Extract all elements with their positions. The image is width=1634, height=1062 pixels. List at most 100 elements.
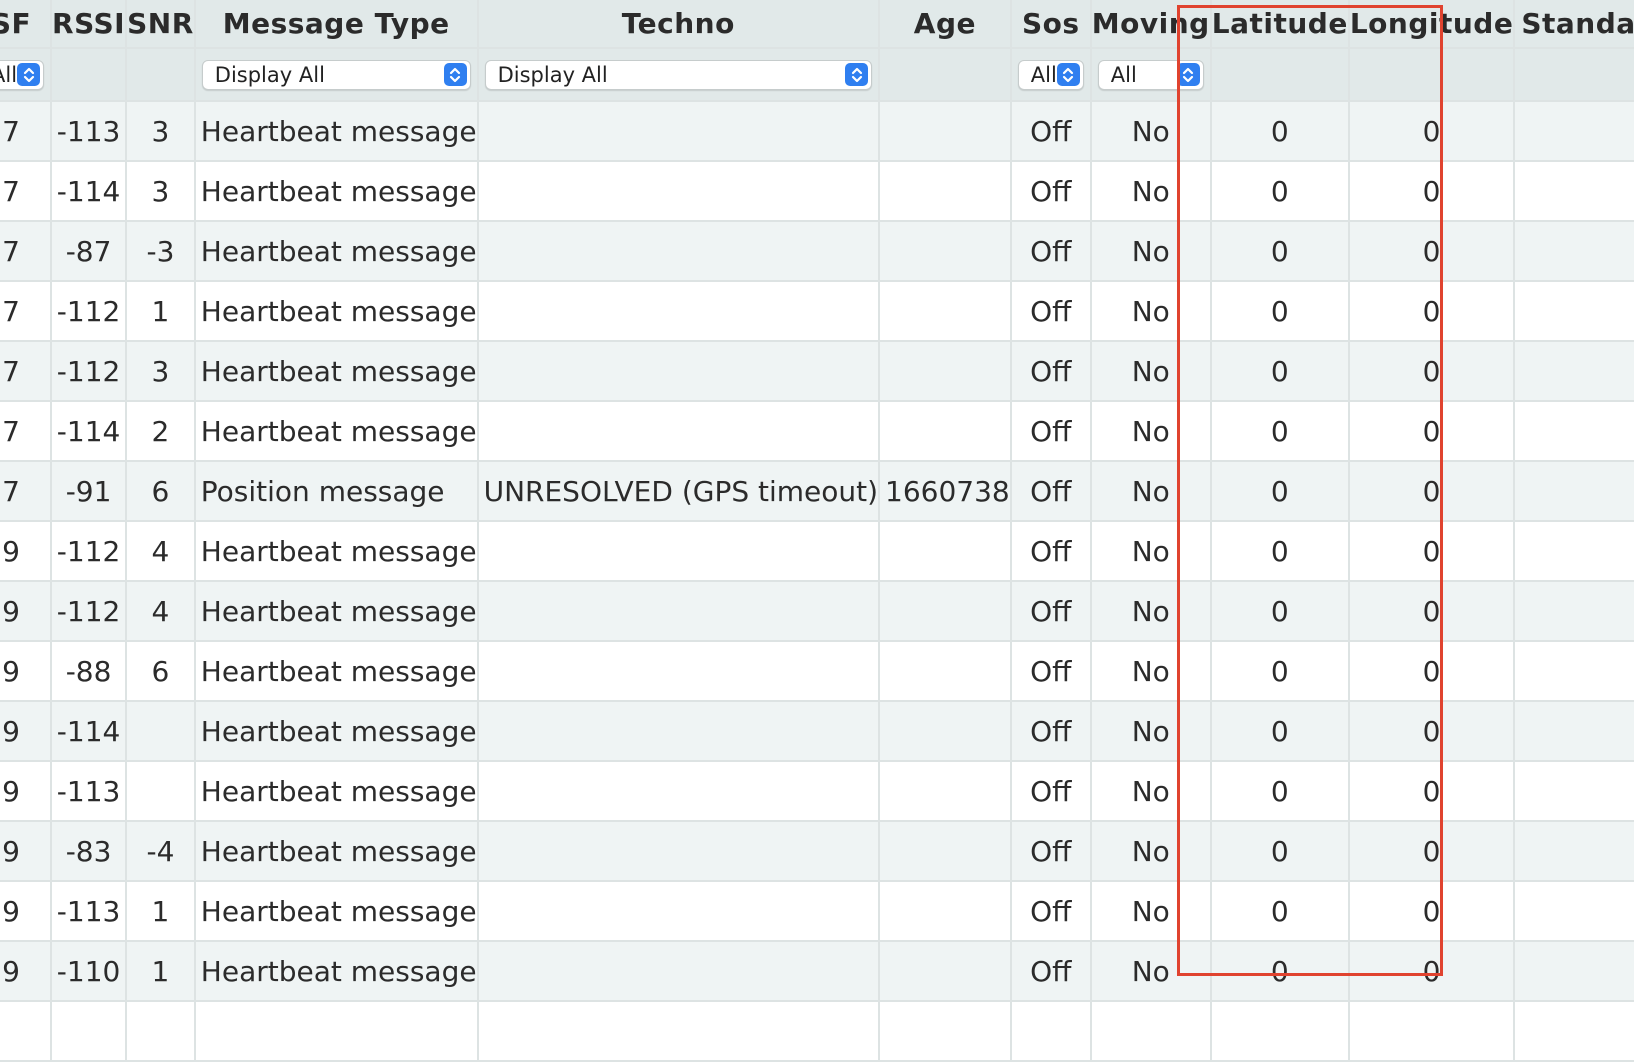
cell-age bbox=[879, 761, 1012, 822]
cell-standard bbox=[1514, 161, 1634, 222]
cell-moving: No bbox=[1090, 341, 1212, 402]
filter-cell-moving: All bbox=[1090, 48, 1212, 102]
cell-moving: No bbox=[1090, 101, 1212, 162]
cell-snr: 1 bbox=[126, 281, 196, 342]
cell-latitude: 0 bbox=[1210, 101, 1350, 162]
techno-filter-select[interactable]: Display All bbox=[484, 59, 873, 90]
cell-standard bbox=[1514, 101, 1634, 162]
cell-sos: Off bbox=[1010, 401, 1092, 462]
cell-sos: Off bbox=[1010, 101, 1092, 162]
cell-sos: Off bbox=[1010, 761, 1092, 822]
cell-age: 1660738 bbox=[879, 461, 1012, 522]
cell-sf: 9 bbox=[0, 701, 53, 762]
column-header-moving[interactable]: Moving bbox=[1090, 0, 1212, 49]
column-header-message-type[interactable]: Message Type bbox=[194, 0, 479, 49]
cell-rssi: -113 bbox=[51, 761, 128, 822]
column-header-sos[interactable]: Sos bbox=[1010, 0, 1092, 49]
cell-standard bbox=[1514, 461, 1634, 522]
cell-message-type: Heartbeat message bbox=[194, 101, 479, 162]
cell-longitude: 0 bbox=[1348, 221, 1516, 282]
table-row[interactable]: 9 -88 6 Heartbeat message Off No 0 0 bbox=[0, 641, 1634, 702]
filter-cell-rssi bbox=[51, 48, 128, 102]
table-row[interactable]: 9 -112 4 Heartbeat message Off No 0 0 bbox=[0, 521, 1634, 582]
table-row[interactable]: 9 -114 Heartbeat message Off No 0 0 bbox=[0, 701, 1634, 762]
column-header-longitude[interactable]: Longitude bbox=[1348, 0, 1516, 49]
moving-filter-select[interactable]: All bbox=[1097, 59, 1204, 90]
cell-standard bbox=[1514, 701, 1634, 762]
sf-filter-select[interactable]: All bbox=[0, 59, 45, 90]
cell-techno: UNRESOLVED (GPS timeout) bbox=[477, 461, 881, 522]
table-row[interactable]: 9 -110 1 Heartbeat message Off No 0 0 bbox=[0, 941, 1634, 1002]
cell-sos: Off bbox=[1010, 281, 1092, 342]
table-row[interactable]: 9 -113 Heartbeat message Off No 0 0 bbox=[0, 761, 1634, 822]
table-row[interactable]: 7 -114 3 Heartbeat message Off No 0 0 bbox=[0, 161, 1634, 222]
table-row[interactable]: 7 -113 3 Heartbeat message Off No 0 0 bbox=[0, 101, 1634, 162]
cell-sf: 9 bbox=[0, 581, 53, 642]
cell-latitude: 0 bbox=[1210, 761, 1350, 822]
column-header-standard[interactable]: Standard bbox=[1514, 0, 1634, 49]
cell-rssi: -113 bbox=[51, 881, 128, 942]
table-row[interactable]: 9 -112 4 Heartbeat message Off No 0 0 bbox=[0, 581, 1634, 642]
cell-latitude: 0 bbox=[1210, 221, 1350, 282]
cell-sf: 9 bbox=[0, 821, 53, 882]
sos-filter-select[interactable]: All bbox=[1017, 59, 1084, 90]
cell-snr: 6 bbox=[126, 461, 196, 522]
cell-age bbox=[879, 161, 1012, 222]
filter-cell-techno: Display All bbox=[477, 48, 881, 102]
cell-rssi: -114 bbox=[51, 401, 128, 462]
cell-sf: 7 bbox=[0, 221, 53, 282]
cell-snr: 2 bbox=[126, 401, 196, 462]
filter-cell-standard bbox=[1514, 48, 1634, 102]
cell-longitude: 0 bbox=[1348, 941, 1516, 1002]
table-row[interactable]: 9 -113 1 Heartbeat message Off No 0 0 bbox=[0, 881, 1634, 942]
column-header-snr[interactable]: SNR bbox=[126, 0, 196, 49]
table-row[interactable]: 7 -114 2 Heartbeat message Off No 0 0 bbox=[0, 401, 1634, 462]
cell-sf: 9 bbox=[0, 521, 53, 582]
cell-moving: No bbox=[1090, 401, 1212, 462]
column-header-age[interactable]: Age bbox=[879, 0, 1012, 49]
table-row[interactable]: 7 -112 1 Heartbeat message Off No 0 0 bbox=[0, 281, 1634, 342]
cell-sf: 7 bbox=[0, 281, 53, 342]
table-row[interactable]: 9 -83 -4 Heartbeat message Off No 0 0 bbox=[0, 821, 1634, 882]
cell-message-type: Heartbeat message bbox=[194, 521, 479, 582]
cell-standard bbox=[1514, 941, 1634, 1002]
cell-moving: No bbox=[1090, 461, 1212, 522]
filter-cell-age bbox=[879, 48, 1012, 102]
cell-moving: No bbox=[1090, 881, 1212, 942]
filter-row: All Display All Display All bbox=[0, 48, 1634, 102]
cell-longitude bbox=[1348, 1001, 1516, 1062]
table-row[interactable]: 7 -91 6 Position message UNRESOLVED (GPS tim… bbox=[0, 461, 1634, 522]
cell-rssi: -114 bbox=[51, 701, 128, 762]
column-header-sf[interactable]: SF bbox=[0, 0, 53, 49]
cell-moving: No bbox=[1090, 281, 1212, 342]
cell-latitude: 0 bbox=[1210, 701, 1350, 762]
cell-message-type bbox=[194, 1001, 479, 1062]
cell-snr: 3 bbox=[126, 101, 196, 162]
sf-filter-value: All bbox=[0, 62, 18, 87]
cell-message-type: Heartbeat message bbox=[194, 281, 479, 342]
cell-message-type: Heartbeat message bbox=[194, 941, 479, 1002]
column-header-rssi[interactable]: RSSI bbox=[51, 0, 128, 49]
updown-chevron-icon bbox=[1176, 63, 1200, 86]
table-row[interactable] bbox=[0, 1001, 1634, 1062]
column-header-techno[interactable]: Techno bbox=[477, 0, 881, 49]
cell-latitude: 0 bbox=[1210, 161, 1350, 222]
cell-latitude bbox=[1210, 1001, 1350, 1062]
cell-age bbox=[879, 641, 1012, 702]
cell-standard bbox=[1514, 221, 1634, 282]
cell-techno bbox=[477, 941, 881, 1002]
message-type-filter-select[interactable]: Display All bbox=[201, 59, 471, 90]
cell-longitude: 0 bbox=[1348, 101, 1516, 162]
cell-techno bbox=[477, 161, 881, 222]
table-row[interactable]: 7 -112 3 Heartbeat message Off No 0 0 bbox=[0, 341, 1634, 402]
column-header-latitude[interactable]: Latitude bbox=[1210, 0, 1350, 49]
header-row: SF RSSI SNR Message Type Techno Age Sos … bbox=[0, 0, 1634, 49]
cell-techno bbox=[477, 221, 881, 282]
techno-filter-value: Display All bbox=[497, 62, 608, 87]
cell-standard bbox=[1514, 761, 1634, 822]
cell-snr: 3 bbox=[126, 341, 196, 402]
cell-techno bbox=[477, 521, 881, 582]
cell-techno bbox=[477, 401, 881, 462]
updown-chevron-icon bbox=[845, 63, 869, 86]
table-row[interactable]: 7 -87 -3 Heartbeat message Off No 0 0 bbox=[0, 221, 1634, 282]
